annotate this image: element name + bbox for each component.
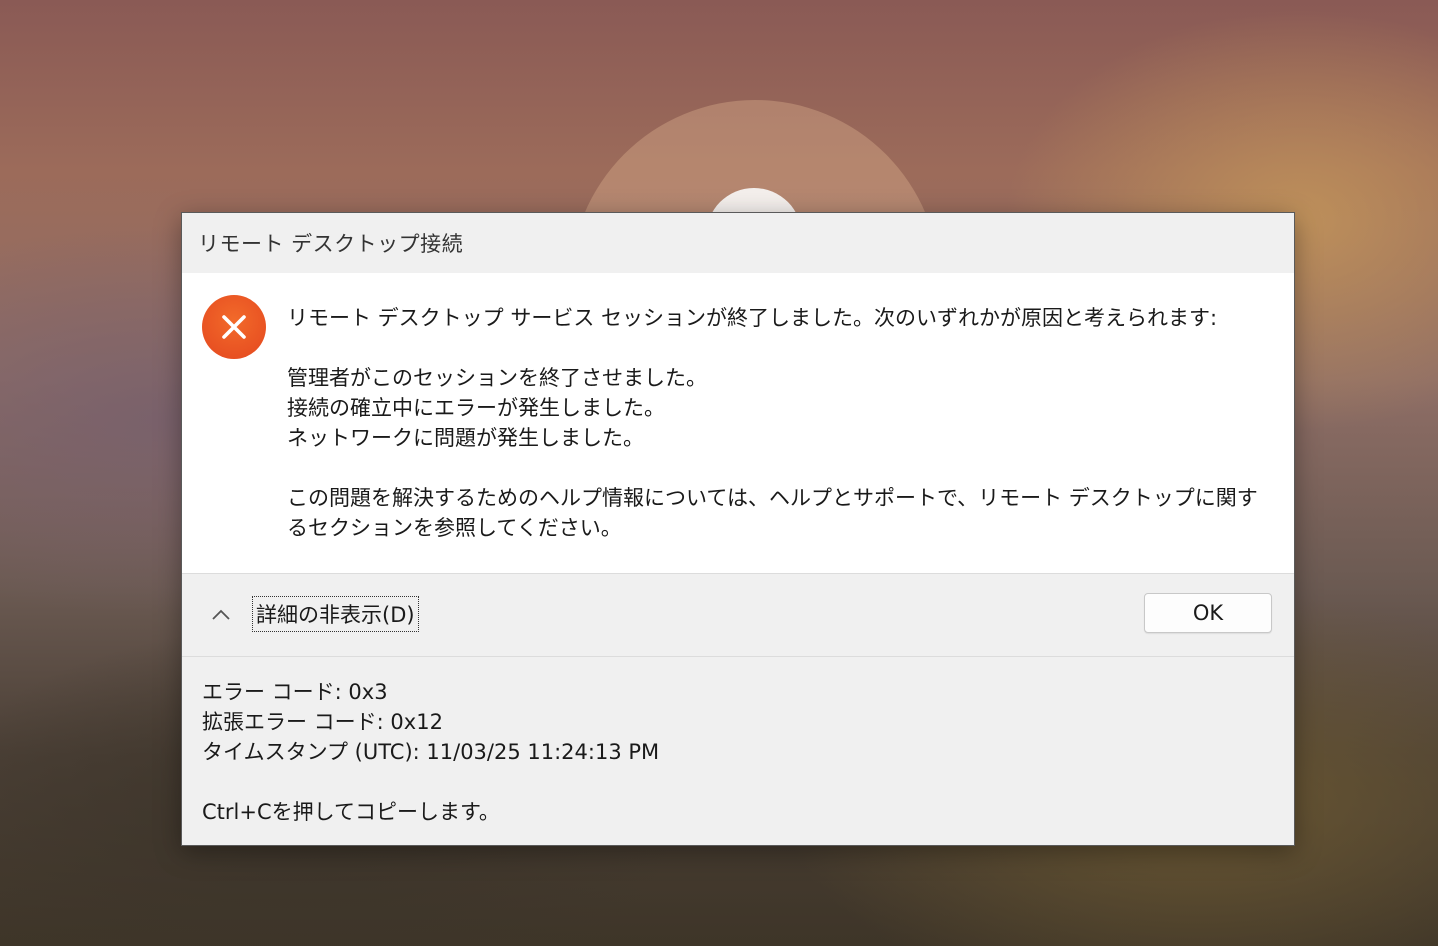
dialog-content: リモート デスクトップ サービス セッションが終了しました。次のいずれかが原因と…: [182, 273, 1294, 573]
hide-details-button[interactable]: 詳細の非表示(D): [252, 596, 419, 632]
button-bar: 詳細の非表示(D) OK: [182, 573, 1294, 657]
error-code: エラー コード: 0x3: [202, 680, 388, 704]
help-text: この問題を解決するためのヘルプ情報については、ヘルプとサポートで、リモート デス…: [287, 486, 1258, 540]
timestamp: タイムスタンプ (UTC): 11/03/25 11:24:13 PM: [202, 740, 660, 764]
close-x-glyph: [222, 315, 246, 339]
error-dialog: リモート デスクトップ接続 リモート デスクトップ サービス セッションが終了し…: [181, 212, 1295, 846]
error-message: リモート デスクトップ サービス セッションが終了しました。次のいずれかが原因と…: [287, 303, 1270, 543]
reason-item: ネットワークに問題が発生しました。: [287, 426, 644, 450]
reason-item: 管理者がこのセッションを終了させました。: [287, 366, 707, 390]
error-icon: [202, 295, 266, 359]
reason-item: 接続の確立中にエラーが発生しました。: [287, 396, 665, 420]
message-headline: リモート デスクトップ サービス セッションが終了しました。次のいずれかが原因と…: [287, 306, 1218, 330]
chevron-up-icon[interactable]: [210, 604, 232, 626]
copy-hint: Ctrl+Cを押してコピーします。: [202, 800, 500, 824]
dialog-title: リモート デスクトップ接続: [198, 232, 464, 256]
dialog-titlebar: リモート デスクトップ接続: [182, 213, 1294, 273]
ok-button[interactable]: OK: [1144, 593, 1272, 633]
details-panel: エラー コード: 0x3 拡張エラー コード: 0x12 タイムスタンプ (UT…: [182, 657, 1294, 827]
extended-error-code: 拡張エラー コード: 0x12: [202, 710, 443, 734]
